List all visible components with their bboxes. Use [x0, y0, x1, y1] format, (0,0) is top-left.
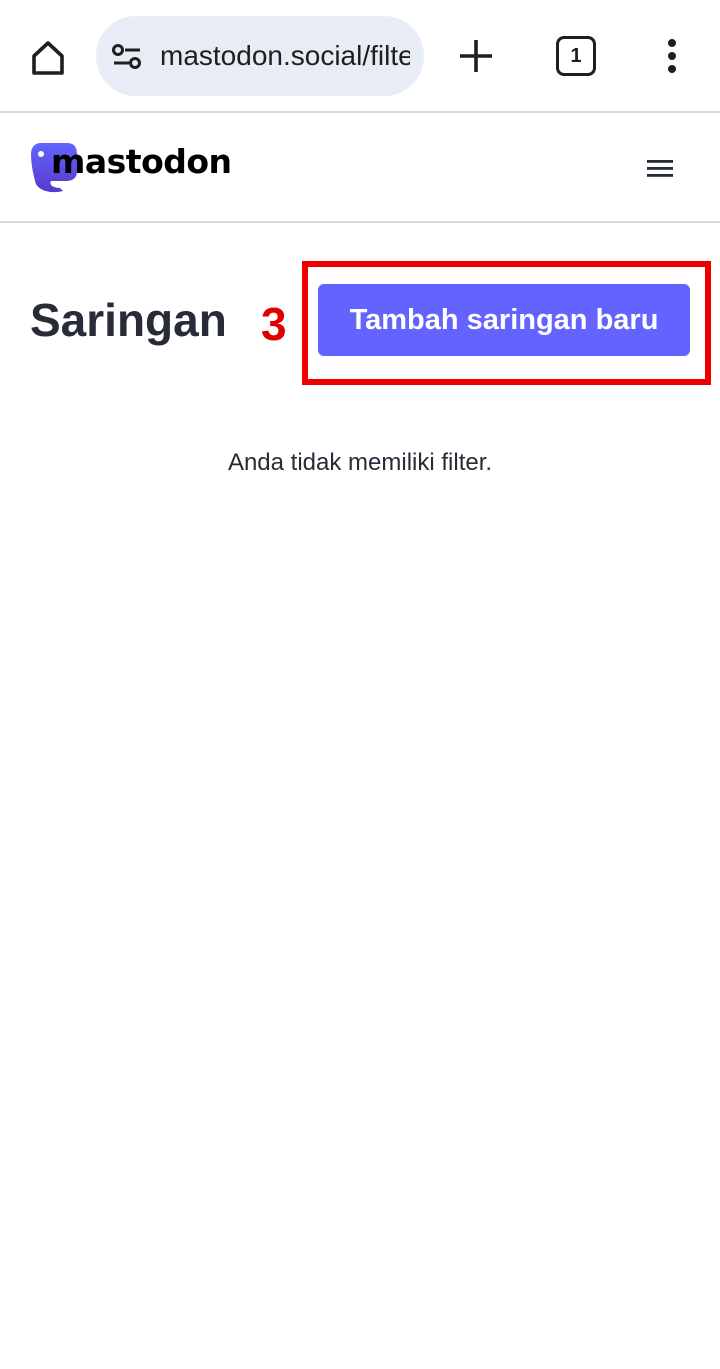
- home-button[interactable]: [22, 32, 74, 84]
- site-menu-button[interactable]: [640, 151, 680, 185]
- add-new-filter-button[interactable]: Tambah saringan baru: [318, 284, 690, 356]
- home-icon: [32, 41, 64, 75]
- step-annotation-number: 3: [261, 298, 287, 350]
- empty-state-message: Anda tidak memiliki filter.: [227, 449, 493, 476]
- mastodon-logo[interactable]: mastodon: [29, 139, 232, 195]
- tab-count: 1: [570, 44, 582, 67]
- logo-wordmark: mastodon: [51, 141, 232, 181]
- plus-icon: [460, 40, 492, 72]
- url-text[interactable]: mastodon.social/filters: [160, 37, 410, 75]
- tab-switcher-button[interactable]: 1: [556, 36, 596, 76]
- hamburger-icon: [647, 160, 673, 177]
- browser-menu-button[interactable]: [650, 34, 694, 78]
- address-bar[interactable]: mastodon.social/filters: [96, 16, 424, 96]
- site-header: mastodon: [0, 113, 720, 223]
- tune-icon[interactable]: [110, 40, 144, 74]
- new-tab-button[interactable]: [452, 32, 500, 80]
- more-vert-icon: [668, 39, 676, 73]
- page-title: Saringan: [30, 294, 227, 346]
- browser-toolbar: mastodon.social/filters 1: [0, 0, 720, 113]
